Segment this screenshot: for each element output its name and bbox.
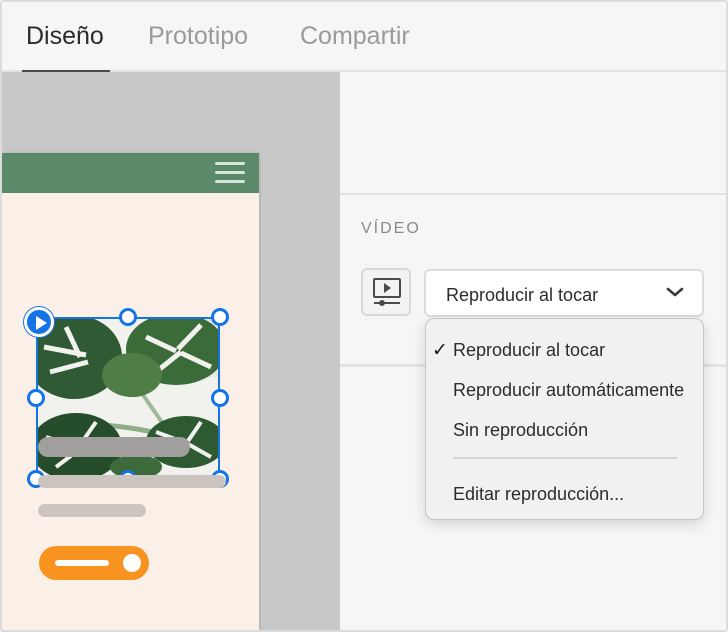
menu-item-label: Sin reproducción	[453, 420, 589, 440]
heading-placeholder	[38, 437, 190, 457]
tab-bar: Diseño Prototipo Compartir	[2, 2, 726, 74]
menu-item-label: Reproducir automáticamente	[453, 380, 685, 400]
menu-item-label: Editar reproducción...	[453, 484, 625, 504]
section-divider	[340, 193, 726, 195]
artboard-header	[2, 153, 259, 193]
resize-handle-top-right[interactable]	[211, 308, 229, 326]
tab-compartir[interactable]: Compartir	[300, 22, 410, 72]
toggle-bar	[55, 560, 109, 566]
toggle-knob	[123, 554, 141, 572]
menu-item-sin-reproduccion[interactable]: Sin reproducción	[426, 411, 703, 447]
playback-options-menu: ✓ Reproducir al tocar Reproducir automát…	[425, 318, 704, 520]
video-playback-icon[interactable]	[361, 268, 411, 316]
menu-item-editar-reproduccion[interactable]: Editar reproducción...	[426, 475, 703, 511]
text-line-placeholder	[38, 504, 146, 517]
menu-item-reproducir-automaticamente[interactable]: Reproducir automáticamente	[426, 371, 703, 407]
playback-dropdown[interactable]: Reproducir al tocar	[424, 269, 704, 317]
tab-diseno[interactable]: Diseño	[22, 22, 110, 74]
checkmark-icon: ✓	[432, 340, 448, 361]
text-line-placeholder	[38, 475, 226, 488]
toggle-button-placeholder[interactable]	[39, 546, 149, 580]
resize-handle-left[interactable]	[27, 389, 45, 407]
tab-prototipo[interactable]: Prototipo	[148, 22, 248, 72]
resize-handle-right[interactable]	[211, 389, 229, 407]
menu-separator	[453, 457, 677, 459]
resize-handle-top[interactable]	[119, 308, 137, 326]
video-section-title: VÍDEO	[361, 220, 421, 237]
design-canvas[interactable]	[2, 72, 340, 631]
artboard[interactable]	[2, 153, 259, 631]
menu-item-reproducir-al-tocar[interactable]: ✓ Reproducir al tocar	[426, 331, 703, 367]
playback-dropdown-value: Reproducir al tocar	[446, 285, 599, 305]
chevron-down-icon	[666, 287, 684, 297]
menu-item-label: Reproducir al tocar	[453, 340, 606, 360]
play-icon[interactable]	[24, 307, 54, 337]
hamburger-icon	[215, 162, 245, 183]
